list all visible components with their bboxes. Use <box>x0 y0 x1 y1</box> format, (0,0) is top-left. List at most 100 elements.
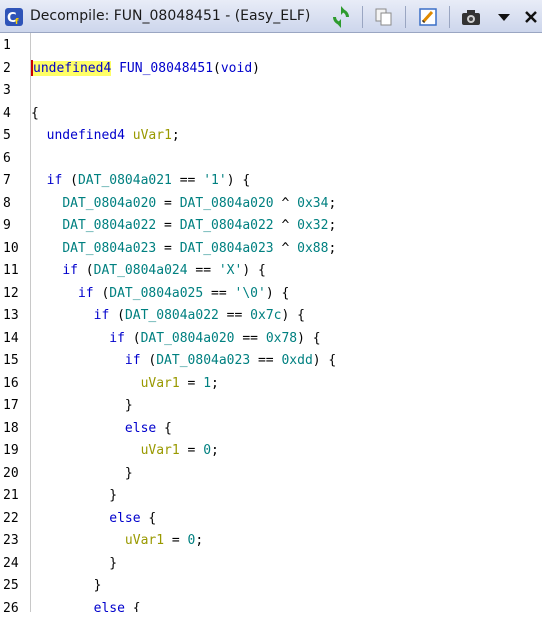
code-token: = <box>156 195 180 211</box>
code-token: 1 <box>203 375 212 391</box>
code-token: if <box>109 330 125 346</box>
code-line[interactable]: } <box>31 553 117 575</box>
code-token: uVar1 <box>132 128 172 143</box>
line-number: 22 <box>3 510 19 526</box>
code-token: 0xdd <box>281 353 313 368</box>
code-line[interactable]: else { <box>31 598 141 613</box>
code-line[interactable]: } <box>31 575 102 597</box>
code-token: ( <box>124 330 141 346</box>
code-token: 0x7c <box>250 308 282 323</box>
code-token: else <box>109 510 141 526</box>
code-token: ) { <box>281 308 305 323</box>
code-line[interactable]: undefined4 uVar1; <box>31 125 180 147</box>
code-token: = <box>164 533 188 548</box>
code-token: } <box>31 398 133 413</box>
code-line[interactable]: if (DAT_0804a022 == 0x7c) { <box>31 305 305 327</box>
close-button[interactable] <box>519 5 542 29</box>
code-line[interactable]: uVar1 = 0; <box>31 440 219 462</box>
code-token: ( <box>77 263 94 278</box>
line-number: 11 <box>3 263 19 278</box>
code-token: == <box>234 330 266 346</box>
line-number: 5 <box>3 128 11 143</box>
line-number: 23 <box>3 533 19 548</box>
code-token: ( <box>93 285 110 301</box>
code-line[interactable]: else { <box>31 508 156 530</box>
title-bar: C f Decompile: FUN_08048451 - (Easy_ELF) <box>0 0 542 33</box>
code-token: DAT_0804a023 <box>179 240 274 256</box>
code-line[interactable]: } <box>31 485 117 507</box>
code-line[interactable]: if (DAT_0804a024 == 'X') { <box>31 260 266 282</box>
code-token: == <box>171 173 204 188</box>
line-number: 1 <box>3 38 11 53</box>
code-token: } <box>31 578 102 593</box>
code-line[interactable]: } <box>31 395 133 417</box>
line-number: 3 <box>3 83 11 98</box>
code-token: ; <box>328 195 337 211</box>
code-token: uVar1 <box>140 375 180 391</box>
code-token: void <box>220 60 253 76</box>
code-token: DAT_0804a020 <box>179 195 274 211</box>
line-number: 7 <box>3 173 11 188</box>
code-token: if <box>124 353 141 368</box>
code-line[interactable]: DAT_0804a020 = DAT_0804a020 ^ 0x34; <box>31 193 336 215</box>
code-token: DAT_0804a021 <box>77 173 172 188</box>
code-token: uVar1 <box>124 533 165 548</box>
code-line[interactable]: if (DAT_0804a025 == '\0') { <box>31 283 289 305</box>
code-token: == <box>218 308 251 323</box>
decompiled-code-panel[interactable]: undefined4 FUN_08048451(void) { undefined… <box>31 33 542 612</box>
code-token: ^ <box>273 195 298 211</box>
snapshot-icon <box>462 10 480 25</box>
code-token: ; <box>328 218 337 233</box>
copy-button[interactable] <box>372 5 396 29</box>
code-token: ; <box>195 533 204 548</box>
code-line[interactable]: else { <box>31 418 172 440</box>
code-line[interactable]: DAT_0804a022 = DAT_0804a022 ^ 0x32; <box>31 215 336 237</box>
code-token: ) { <box>265 285 290 301</box>
code-token: FUN_08048451 <box>119 60 214 76</box>
code-token: } <box>31 488 118 503</box>
edit-button[interactable] <box>416 5 440 29</box>
code-token: ) { <box>226 173 251 188</box>
code-token: ) { <box>242 263 266 278</box>
code-token: 0x34 <box>297 195 329 211</box>
refresh-button[interactable] <box>329 5 353 29</box>
line-number: 16 <box>3 375 19 391</box>
code-line[interactable]: undefined4 FUN_08048451(void) <box>31 58 260 80</box>
code-token: = <box>156 240 180 256</box>
code-line[interactable]: if (DAT_0804a023 == 0xdd) { <box>31 350 336 372</box>
code-line[interactable]: uVar1 = 0; <box>31 530 203 552</box>
code-token: DAT_0804a022 <box>179 218 274 233</box>
code-token: } <box>31 555 118 571</box>
code-token: ; <box>211 443 219 458</box>
line-number: 25 <box>3 578 19 593</box>
dropdown-menu-button[interactable] <box>492 5 516 29</box>
code-line[interactable]: } <box>31 463 133 485</box>
code-token: } <box>31 465 133 481</box>
code-token: undefined4 <box>33 60 112 76</box>
code-line[interactable]: if (DAT_0804a021 == '1') { <box>31 170 251 192</box>
line-number: 17 <box>3 398 19 413</box>
code-token: if <box>93 308 110 323</box>
code-line[interactable]: { <box>31 103 39 125</box>
code-line[interactable]: DAT_0804a023 = DAT_0804a023 ^ 0x88; <box>31 238 336 260</box>
code-line[interactable]: uVar1 = 1; <box>31 373 219 395</box>
line-number: 20 <box>3 465 19 481</box>
code-token: ( <box>213 60 221 76</box>
refresh-icon <box>333 6 349 28</box>
code-token: DAT_0804a020 <box>62 195 157 211</box>
snapshot-button[interactable] <box>459 5 483 29</box>
line-number: 6 <box>3 150 11 166</box>
line-number: 10 <box>3 240 19 256</box>
code-token: == <box>187 263 219 278</box>
code-token: == <box>250 353 282 368</box>
edit-icon <box>419 8 437 26</box>
code-line[interactable]: if (DAT_0804a020 == 0x78) { <box>31 328 320 350</box>
